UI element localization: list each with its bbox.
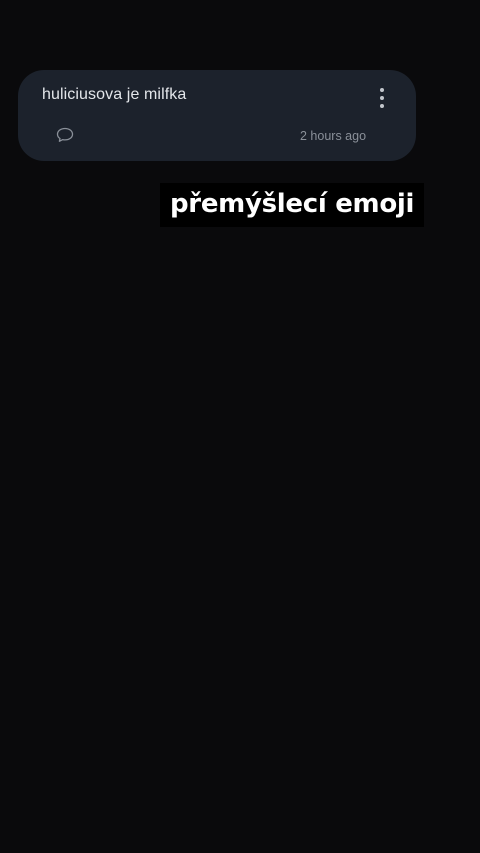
- more-options-dot: [380, 104, 384, 108]
- speech-bubble-icon: [56, 127, 74, 142]
- post-card[interactable]: huliciusova je milfka 2 hours ago: [18, 70, 416, 161]
- post-timestamp: 2 hours ago: [300, 129, 367, 143]
- more-options-dot: [380, 96, 384, 100]
- more-options-dot: [380, 88, 384, 92]
- comment-button[interactable]: [56, 127, 76, 145]
- video-caption: přemýšlecí emoji: [160, 183, 425, 227]
- post-text: huliciusova je milfka: [42, 86, 187, 103]
- screen: huliciusova je milfka 2 hours ago přemýš…: [0, 0, 480, 853]
- more-options-button[interactable]: [372, 84, 392, 112]
